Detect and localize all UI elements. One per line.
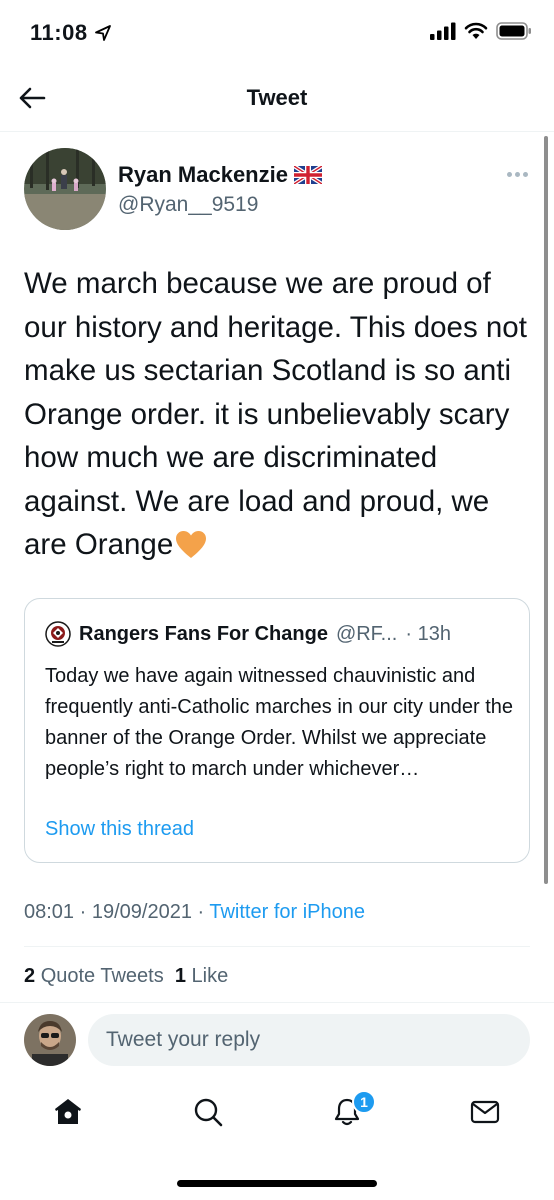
reply-input[interactable]: Tweet your reply bbox=[88, 1014, 530, 1066]
search-icon bbox=[194, 1098, 223, 1127]
tab-home[interactable] bbox=[48, 1092, 88, 1132]
quote-count: 2 bbox=[24, 965, 36, 987]
wifi-icon bbox=[464, 22, 488, 39]
location-arrow-icon bbox=[95, 25, 111, 41]
tab-search[interactable] bbox=[188, 1092, 228, 1132]
quoted-author-name: Rangers Fans For Change bbox=[79, 622, 328, 645]
user-avatar-photo bbox=[24, 1014, 76, 1066]
author-handle[interactable]: @Ryan__9519 bbox=[118, 193, 258, 217]
author-name[interactable]: Ryan Mackenzie bbox=[118, 162, 322, 188]
status-bar: 11:08 bbox=[0, 0, 554, 64]
tweet-meta: 08:01 · 19/09/2021 · Twitter for iPhone bbox=[24, 901, 365, 924]
like-label: Like bbox=[191, 965, 229, 987]
divider bbox=[0, 1002, 554, 1003]
divider bbox=[24, 946, 530, 947]
more-dot bbox=[522, 171, 528, 177]
more-dot bbox=[506, 171, 512, 177]
quoted-author-handle: @RF... bbox=[335, 622, 398, 645]
rangers-crest-icon bbox=[45, 621, 71, 647]
nav-header: Tweet bbox=[0, 64, 554, 132]
quoted-tweet-header: Rangers Fans For Change @RF... · 13h bbox=[45, 621, 509, 647]
scroll-indicator[interactable] bbox=[544, 136, 548, 884]
tab-messages[interactable] bbox=[465, 1092, 505, 1132]
uk-flag-icon bbox=[293, 166, 322, 184]
signal-icon bbox=[430, 22, 456, 40]
avatar-photo bbox=[24, 148, 106, 230]
like-count: 1 bbox=[174, 965, 186, 987]
status-time: 11:08 bbox=[30, 20, 88, 45]
author-avatar[interactable] bbox=[24, 148, 106, 230]
page-title: Tweet bbox=[246, 85, 308, 110]
status-icons bbox=[430, 22, 532, 40]
quoted-tweet-card[interactable]: Rangers Fans For Change @RF... · 13h Tod… bbox=[24, 598, 530, 863]
more-dot bbox=[514, 171, 520, 177]
more-button[interactable] bbox=[504, 164, 530, 184]
tweet-source-link[interactable]: Twitter for iPhone bbox=[209, 901, 365, 923]
quoted-tweet-time: · 13h bbox=[405, 622, 451, 645]
orange-heart-icon bbox=[176, 531, 207, 558]
tweet-stats: 2 Quote Tweets 1 Like bbox=[24, 965, 228, 988]
home-icon bbox=[55, 1099, 81, 1124]
show-thread-link[interactable]: Show this thread bbox=[45, 818, 194, 841]
tweet-time: 08:01 bbox=[24, 901, 75, 923]
messages-icon bbox=[470, 1100, 500, 1124]
quote-tweets-stat[interactable]: 2 Quote Tweets bbox=[24, 965, 164, 987]
author-name-text: Ryan Mackenzie bbox=[118, 162, 288, 187]
quoted-tweet-text: Today we have again witnessed chauvinist… bbox=[45, 665, 514, 780]
tab-bar bbox=[0, 1076, 554, 1156]
tweet-text-content: We march because we are proud of our his… bbox=[24, 267, 527, 561]
tweet-text: We march because we are proud of our his… bbox=[24, 262, 534, 567]
meta-separator: · bbox=[197, 901, 210, 923]
home-indicator[interactable] bbox=[177, 1180, 377, 1187]
likes-stat[interactable]: 1 Like bbox=[175, 965, 228, 987]
tweet-date: 19/09/2021 bbox=[91, 901, 192, 923]
notification-badge: 1 bbox=[352, 1090, 376, 1114]
quote-label: Quote Tweets bbox=[40, 965, 164, 987]
meta-separator: · bbox=[79, 901, 92, 923]
user-avatar[interactable] bbox=[24, 1014, 76, 1066]
battery-icon bbox=[496, 22, 531, 40]
